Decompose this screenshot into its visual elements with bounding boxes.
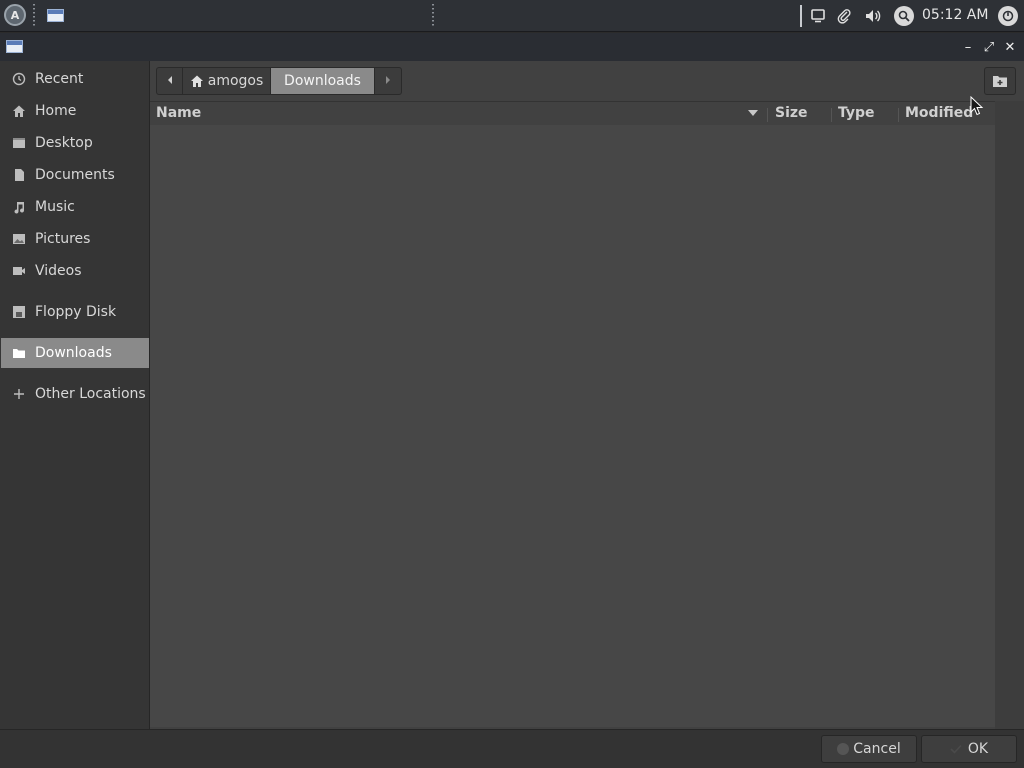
clock[interactable]: 05:12 AM xyxy=(922,7,988,23)
floppy-icon xyxy=(11,304,27,320)
file-chooser-main: amogos Downloads Name Size Type Modified xyxy=(150,61,1024,729)
sidebar-item-desktop[interactable]: Desktop xyxy=(1,128,149,158)
column-separator xyxy=(898,108,899,122)
taskbar-window-icon[interactable] xyxy=(47,9,64,22)
app-menu-logo-icon[interactable]: A xyxy=(4,4,26,26)
file-list[interactable] xyxy=(150,125,995,727)
window-titlebar[interactable]: – ⤢ ✕ xyxy=(0,33,1024,61)
column-headers: Name Size Type Modified xyxy=(150,101,995,125)
search-icon[interactable] xyxy=(894,6,914,26)
desktop-icon xyxy=(11,135,27,151)
cancel-button[interactable]: Cancel xyxy=(821,735,917,763)
dialog-action-bar: Cancel OK xyxy=(0,729,1024,768)
sidebar-item-documents[interactable]: Documents xyxy=(1,160,149,190)
power-icon[interactable] xyxy=(998,6,1018,26)
scrollbar-gutter[interactable] xyxy=(995,101,1024,729)
sidebar-item-music[interactable]: Music xyxy=(1,192,149,222)
music-icon xyxy=(11,199,27,215)
path-forward-button[interactable] xyxy=(375,68,401,94)
column-separator xyxy=(767,108,768,122)
sidebar-item-label: Videos xyxy=(35,263,82,279)
picture-icon xyxy=(11,231,27,247)
sidebar-item-label: Pictures xyxy=(35,231,91,247)
sidebar-item-label: Downloads xyxy=(35,345,112,361)
new-folder-button[interactable] xyxy=(984,67,1016,95)
home-icon xyxy=(11,103,27,119)
ok-button[interactable]: OK xyxy=(921,735,1017,763)
sidebar-item-downloads[interactable]: Downloads xyxy=(1,338,149,368)
column-separator xyxy=(831,108,832,122)
panel-separator xyxy=(33,4,35,28)
sidebar-item-other-locations[interactable]: Other Locations xyxy=(1,379,149,409)
folder-icon xyxy=(11,345,27,361)
sidebar-item-label: Other Locations xyxy=(35,386,146,402)
minimize-button[interactable]: – xyxy=(960,39,976,55)
check-icon xyxy=(950,744,962,754)
new-folder-icon xyxy=(992,74,1008,88)
mouse-pointer-icon xyxy=(970,95,984,116)
path-home-label: amogos xyxy=(207,73,264,89)
sidebar-item-label: Desktop xyxy=(35,135,93,151)
maximize-button[interactable]: ⤢ xyxy=(981,39,997,55)
sidebar-item-home[interactable]: Home xyxy=(1,96,149,126)
video-icon xyxy=(11,263,27,279)
ok-label: OK xyxy=(967,741,989,757)
window-app-icon xyxy=(6,40,23,53)
chevron-right-icon xyxy=(384,73,392,89)
panel-separator xyxy=(432,4,434,28)
home-icon xyxy=(190,74,204,88)
column-header-name[interactable]: Name xyxy=(156,105,201,121)
path-bar: amogos Downloads xyxy=(156,67,402,95)
sidebar-item-label: Recent xyxy=(35,71,84,87)
panel-divider xyxy=(800,5,802,27)
sidebar-item-floppy-disk[interactable]: Floppy Disk xyxy=(1,297,149,327)
places-sidebar: Recent Home Desktop Documents Music Pict… xyxy=(0,61,150,729)
cancel-label: Cancel xyxy=(853,741,901,757)
display-icon[interactable] xyxy=(809,7,827,25)
column-header-size[interactable]: Size xyxy=(775,105,808,121)
column-header-type[interactable]: Type xyxy=(838,105,875,121)
logo-letter: A xyxy=(10,8,20,22)
chevron-left-icon xyxy=(166,73,174,89)
path-back-button[interactable] xyxy=(157,68,183,94)
sidebar-item-recent[interactable]: Recent xyxy=(1,64,149,94)
sidebar-item-videos[interactable]: Videos xyxy=(1,256,149,286)
column-header-modified[interactable]: Modified xyxy=(905,105,973,121)
cancel-icon xyxy=(837,743,850,755)
sidebar-item-pictures[interactable]: Pictures xyxy=(1,224,149,254)
close-button[interactable]: ✕ xyxy=(1002,39,1018,55)
sidebar-item-label: Music xyxy=(35,199,75,215)
sidebar-item-label: Documents xyxy=(35,167,115,183)
plus-icon xyxy=(11,386,27,402)
sidebar-item-label: Home xyxy=(35,103,77,119)
document-icon xyxy=(11,167,27,183)
path-home-button[interactable]: amogos xyxy=(183,68,271,94)
path-current-button[interactable]: Downloads xyxy=(271,68,375,94)
paperclip-icon[interactable] xyxy=(835,7,853,25)
sort-down-icon[interactable] xyxy=(748,110,758,117)
volume-icon[interactable] xyxy=(864,7,882,25)
top-panel: A 05:12 AM xyxy=(0,0,1024,32)
sidebar-item-label: Floppy Disk xyxy=(35,304,117,320)
clock-icon xyxy=(11,71,27,87)
